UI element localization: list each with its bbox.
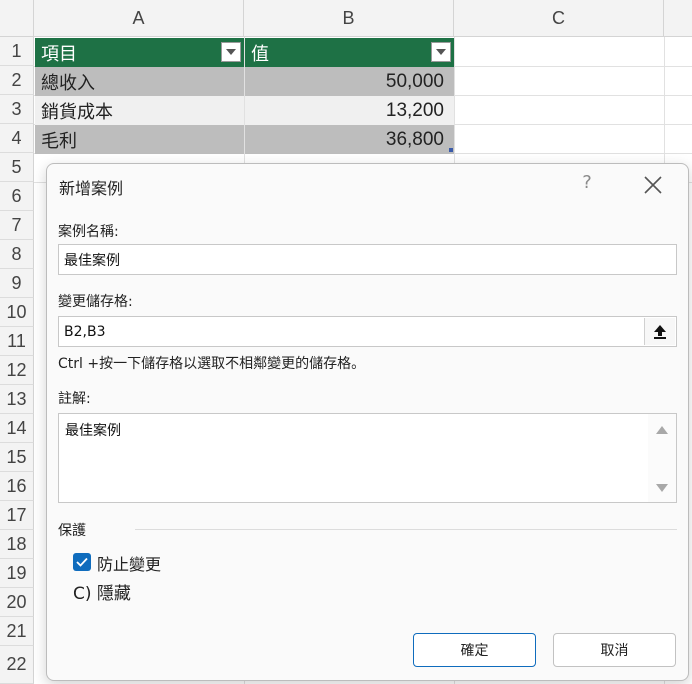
help-button[interactable]: ?: [575, 172, 599, 193]
table-cell-value[interactable]: 13,200: [245, 96, 454, 125]
row-header[interactable]: 22: [0, 646, 34, 684]
table-cell-label[interactable]: 毛利: [35, 125, 244, 154]
checkmark-icon: [76, 557, 88, 567]
dialog-title: 新增案例: [59, 179, 124, 198]
row-header[interactable]: 10: [0, 298, 34, 327]
comment-scrollbar[interactable]: [648, 414, 676, 502]
column-header-d[interactable]: [664, 0, 692, 37]
row-header[interactable]: 3: [0, 95, 34, 124]
row-header[interactable]: 20: [0, 588, 34, 617]
collapse-dialog-button[interactable]: [644, 318, 675, 345]
table-cell-label[interactable]: 銷貨成本: [35, 96, 244, 125]
comment-label: 註解:: [58, 391, 91, 407]
comment-textarea[interactable]: 最佳案例: [58, 413, 677, 503]
row-header[interactable]: 19: [0, 559, 34, 588]
add-scenario-dialog: 新增案例 ? 案例名稱: 最佳案例 變更儲存格: B2,B3 Ctrl +按一下…: [46, 163, 689, 681]
row-header[interactable]: 6: [0, 182, 34, 211]
hide-option[interactable]: C) 隱藏: [73, 579, 131, 604]
row-header[interactable]: 13: [0, 385, 34, 414]
select-all-corner[interactable]: [0, 0, 34, 37]
scroll-down-icon[interactable]: [656, 484, 668, 492]
close-icon[interactable]: [642, 174, 664, 196]
row-header[interactable]: 5: [0, 153, 34, 182]
upload-arrow-icon: [654, 324, 666, 339]
column-header-c[interactable]: C: [454, 0, 664, 37]
row-header[interactable]: 4: [0, 124, 34, 153]
changing-cells-value: B2,B3: [64, 323, 106, 340]
row-header[interactable]: 8: [0, 240, 34, 269]
row-header[interactable]: 16: [0, 472, 34, 501]
column-header-b[interactable]: B: [244, 0, 454, 37]
row-header[interactable]: 1: [0, 37, 34, 66]
scenario-name-input[interactable]: 最佳案例: [58, 244, 677, 275]
row-header[interactable]: 9: [0, 269, 34, 298]
filter-dropdown-icon[interactable]: [221, 42, 241, 62]
group-divider: [135, 529, 677, 530]
table-cell-value[interactable]: 36,800: [245, 125, 454, 154]
row-header[interactable]: 15: [0, 443, 34, 472]
ok-button[interactable]: 確定: [413, 633, 536, 667]
table-header-label: 值: [251, 43, 269, 65]
scenario-name-label: 案例名稱:: [58, 224, 119, 240]
prevent-changes-checkbox[interactable]: [73, 553, 91, 571]
table-header-label: 項目: [41, 43, 77, 65]
row-header[interactable]: 7: [0, 211, 34, 240]
table-header-item[interactable]: 項目: [35, 38, 244, 67]
row-header[interactable]: 2: [0, 66, 34, 95]
selection-hint: Ctrl +按一下儲存格以選取不相鄰變更的儲存格。: [58, 356, 366, 372]
table-cell-label[interactable]: 總收入: [35, 67, 244, 96]
protection-group-label: 保護: [58, 523, 86, 539]
row-header[interactable]: 17: [0, 501, 34, 530]
scroll-up-icon[interactable]: [656, 426, 668, 434]
cancel-button[interactable]: 取消: [553, 633, 676, 667]
filter-dropdown-icon[interactable]: [431, 42, 451, 62]
table-header-value[interactable]: 值: [245, 38, 454, 67]
changing-cells-label: 變更儲存格:: [58, 294, 133, 310]
table-resize-handle[interactable]: [449, 148, 453, 152]
prevent-changes-label[interactable]: 防止變更: [97, 551, 161, 575]
row-header[interactable]: 21: [0, 617, 34, 646]
comment-text: 最佳案例: [65, 423, 121, 439]
column-header-a[interactable]: A: [34, 0, 244, 37]
row-header[interactable]: 18: [0, 530, 34, 559]
row-header[interactable]: 14: [0, 414, 34, 443]
row-header[interactable]: 12: [0, 356, 34, 385]
table-cell-value[interactable]: 50,000: [245, 67, 454, 96]
row-header[interactable]: 11: [0, 327, 34, 356]
changing-cells-input[interactable]: B2,B3: [58, 316, 677, 347]
